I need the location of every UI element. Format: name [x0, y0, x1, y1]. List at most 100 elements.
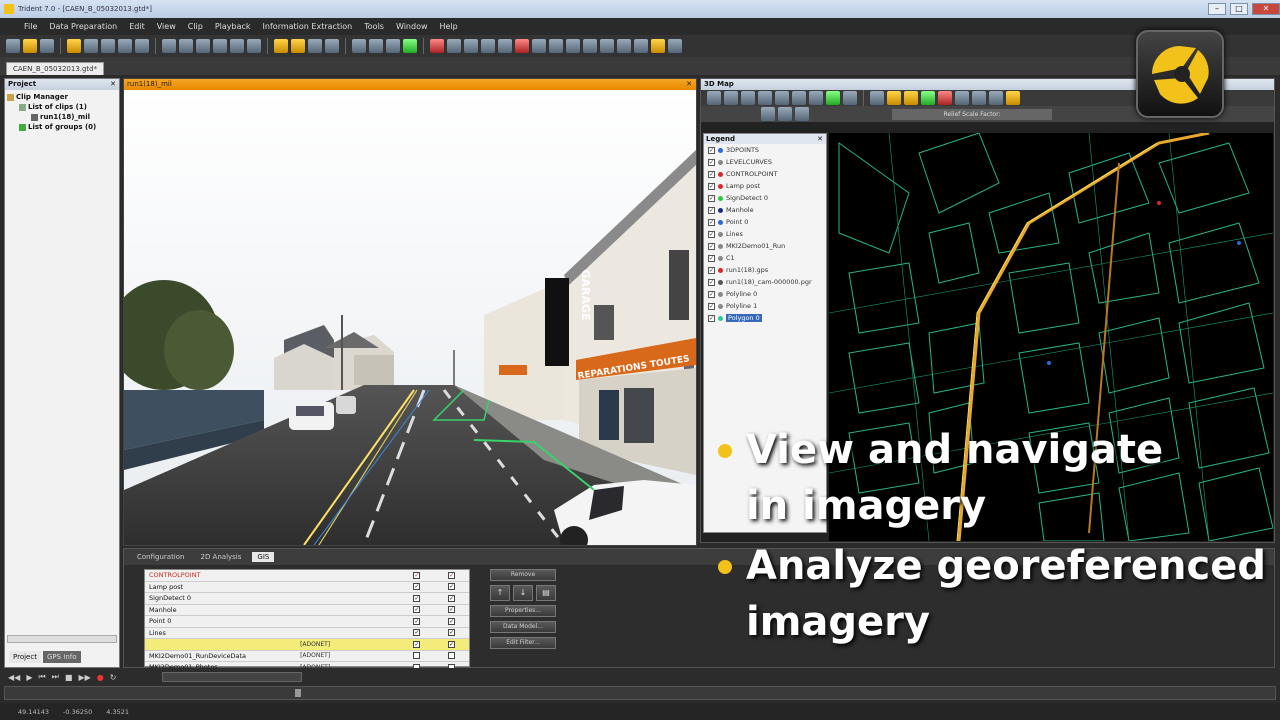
- legend-checkbox[interactable]: ✓: [708, 170, 715, 178]
- globe-icon[interactable]: [792, 91, 806, 105]
- draw-line-icon[interactable]: [904, 91, 918, 105]
- report-icon[interactable]: [583, 39, 597, 53]
- tab-gps-info[interactable]: GPS Info: [42, 651, 81, 663]
- layer-icon[interactable]: [826, 91, 840, 105]
- close-icon[interactable]: ✕: [686, 79, 692, 90]
- camera-icon[interactable]: [213, 39, 227, 53]
- visible-checkbox[interactable]: ✓: [413, 629, 421, 637]
- visible-checkbox[interactable]: ✓: [413, 640, 421, 648]
- map-export-icon[interactable]: [795, 107, 809, 121]
- legend-checkbox[interactable]: ✓: [708, 206, 715, 214]
- new-file-icon[interactable]: [6, 39, 20, 53]
- pan-icon[interactable]: [707, 91, 721, 105]
- building-icon[interactable]: [600, 39, 614, 53]
- legend-checkbox[interactable]: ✓: [708, 302, 715, 310]
- legend-item[interactable]: ✓ Polyline 1: [704, 300, 826, 312]
- grid-icon[interactable]: [179, 39, 193, 53]
- polygon-icon[interactable]: [464, 39, 478, 53]
- vertex-icon[interactable]: [989, 91, 1003, 105]
- legend-item[interactable]: ✓ Polygon 0: [704, 312, 826, 324]
- visible-checkbox[interactable]: ✓: [413, 594, 421, 602]
- tree-item-clips[interactable]: List of clips (1): [7, 102, 117, 112]
- info-icon[interactable]: [870, 91, 884, 105]
- legend-checkbox[interactable]: ✓: [708, 278, 715, 286]
- remove-button[interactable]: Remove: [490, 569, 556, 581]
- record-icon[interactable]: [430, 39, 444, 53]
- visible-checkbox[interactable]: ✓: [413, 606, 421, 614]
- properties-button[interactable]: Properties...: [490, 605, 556, 617]
- delete-icon[interactable]: [515, 39, 529, 53]
- table-row[interactable]: Lamp post ✓ ✓: [145, 582, 469, 593]
- paste-icon[interactable]: [118, 39, 132, 53]
- legend-checkbox[interactable]: ✓: [708, 242, 715, 250]
- move-down-button[interactable]: ↓: [513, 585, 533, 601]
- undo-icon[interactable]: [843, 91, 857, 105]
- point-icon[interactable]: [291, 39, 305, 53]
- editable-checkbox[interactable]: ✓: [448, 583, 456, 591]
- map-view-icon[interactable]: [778, 107, 792, 121]
- table-row[interactable]: Point 0 ✓ ✓: [145, 616, 469, 628]
- tree-item-run[interactable]: run1(18)_mil: [7, 112, 117, 122]
- timeline-thumb[interactable]: [295, 689, 301, 697]
- legend-item[interactable]: ✓ Point 0: [704, 216, 826, 228]
- legend-checkbox[interactable]: ✓: [708, 158, 715, 166]
- zoom-in-icon[interactable]: [724, 91, 738, 105]
- tab-configuration[interactable]: Configuration: [132, 552, 189, 562]
- record-icon[interactable]: ●: [97, 673, 104, 682]
- relief-scale-factor[interactable]: Relief Scale Factor:: [892, 108, 1052, 120]
- hand-icon[interactable]: [758, 91, 772, 105]
- editable-checkbox[interactable]: ✓: [448, 640, 456, 648]
- close-icon[interactable]: ✕: [817, 134, 823, 144]
- legend-checkbox[interactable]: ✓: [708, 182, 715, 190]
- open-clip-icon[interactable]: [67, 39, 81, 53]
- legend-item[interactable]: ✓ CONTROLPOINT: [704, 168, 826, 180]
- visible-checkbox[interactable]: ✓: [413, 571, 421, 579]
- move-up-button[interactable]: ↑: [490, 585, 510, 601]
- terrain-icon[interactable]: [921, 91, 935, 105]
- document-tab[interactable]: CAEN_B_05032013.gtd*: [6, 62, 105, 75]
- menu-help[interactable]: Help: [440, 22, 458, 31]
- step-back-icon[interactable]: ⏮: [38, 672, 45, 682]
- split-view-icon[interactable]: [247, 39, 261, 53]
- edit-filter-button[interactable]: Edit Filter...: [490, 637, 556, 649]
- horizontal-scrollbar[interactable]: [7, 635, 117, 643]
- marker-icon[interactable]: [938, 91, 952, 105]
- table-row[interactable]: [ADONET] ✓ ✓: [145, 639, 469, 651]
- table-row[interactable]: MKI2Demo01_RunDeviceData [ADONET]: [145, 651, 469, 662]
- map-option-icon[interactable]: [761, 107, 775, 121]
- path-icon[interactable]: [955, 91, 969, 105]
- legend-item[interactable]: ✓ run1(18).gps: [704, 264, 826, 276]
- zoom-in-icon[interactable]: [352, 39, 366, 53]
- layers-icon[interactable]: [532, 39, 546, 53]
- close-icon[interactable]: ✕: [110, 79, 116, 90]
- editable-checkbox[interactable]: ✓: [448, 571, 456, 579]
- menu-view[interactable]: View: [157, 22, 176, 31]
- data-model-button[interactable]: Data Model...: [490, 621, 556, 633]
- export-icon[interactable]: [549, 39, 563, 53]
- menu-playback[interactable]: Playback: [215, 22, 251, 31]
- lamp-icon[interactable]: [651, 39, 665, 53]
- legend-item[interactable]: ✓ run1(18)_cam-000000.pgr: [704, 276, 826, 288]
- legend-item[interactable]: ✓ Polyline 0: [704, 288, 826, 300]
- legend-item[interactable]: ✓ Manhole: [704, 204, 826, 216]
- street-imagery[interactable]: GARAGE REPARATIONS TOUTES: [124, 90, 696, 545]
- legend-checkbox[interactable]: ✓: [708, 254, 715, 262]
- play-icon[interactable]: [403, 39, 417, 53]
- legend-item[interactable]: ✓ Lamp post: [704, 180, 826, 192]
- table-row[interactable]: SignDetect 0 ✓ ✓: [145, 593, 469, 605]
- step-forward-icon[interactable]: ⏭: [52, 672, 59, 682]
- editable-checkbox[interactable]: [448, 652, 456, 660]
- import-icon[interactable]: [566, 39, 580, 53]
- timeline-scrubber[interactable]: [4, 686, 1276, 700]
- visible-checkbox[interactable]: ✓: [413, 617, 421, 625]
- save-icon[interactable]: [40, 39, 54, 53]
- measure-icon[interactable]: [887, 91, 901, 105]
- speed-slider[interactable]: [162, 672, 303, 682]
- tree-item-clip-manager[interactable]: Clip Manager: [7, 92, 117, 102]
- legend-item[interactable]: ✓ LEVELCURVES: [704, 156, 826, 168]
- loop-icon[interactable]: ↻: [110, 673, 117, 682]
- menu-file[interactable]: File: [24, 22, 37, 31]
- select-icon[interactable]: [274, 39, 288, 53]
- legend-item[interactable]: ✓ MKI2Demo01_Run: [704, 240, 826, 252]
- menu-window[interactable]: Window: [396, 22, 428, 31]
